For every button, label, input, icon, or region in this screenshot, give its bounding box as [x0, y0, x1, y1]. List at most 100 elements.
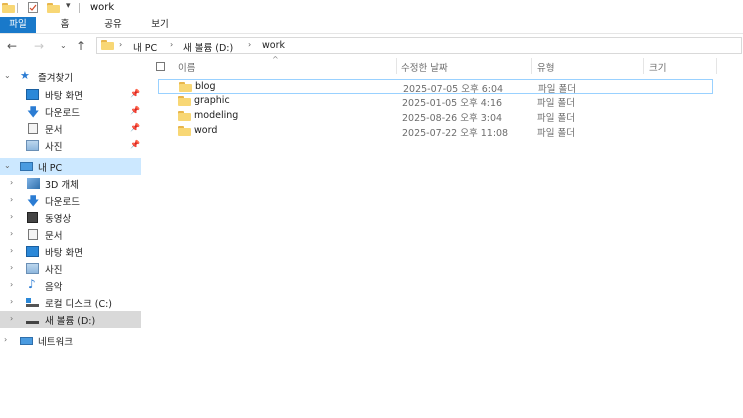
tree-item-volume-d[interactable]: › 새 볼륨 (D:)	[0, 311, 141, 328]
new-folder-icon[interactable]	[47, 3, 60, 13]
chevron-right-icon[interactable]: ›	[10, 314, 13, 323]
chevron-right-icon[interactable]: ›	[248, 40, 251, 49]
tree-item-videos[interactable]: › 동영상	[0, 209, 141, 226]
breadcrumb-this-pc[interactable]: 내 PC	[133, 40, 157, 54]
file-type: 파일 폴더	[537, 113, 575, 124]
tab-view[interactable]: 보기	[145, 17, 175, 33]
pin-icon[interactable]: 📌	[130, 106, 140, 115]
tree-label: 다운로드	[45, 108, 80, 119]
chevron-right-icon[interactable]: ›	[170, 40, 173, 49]
download-icon: 🡇	[27, 105, 40, 119]
tree-item-downloads[interactable]: › 🡇 다운로드	[0, 192, 141, 209]
table-row[interactable]: graphic 2025-01-05 오후 4:16 파일 폴더	[158, 94, 713, 109]
music-icon: ♪	[28, 277, 36, 291]
chevron-right-icon[interactable]: ›	[10, 246, 13, 255]
3d-objects-icon	[27, 178, 40, 189]
tree-item-desktop[interactable]: 바탕 화면 📌	[0, 86, 141, 103]
chevron-right-icon[interactable]: ›	[119, 40, 122, 49]
ribbon-tabs: 파일 홈 공유 보기	[0, 17, 743, 34]
chevron-right-icon[interactable]: ›	[10, 263, 13, 272]
column-divider[interactable]	[396, 58, 397, 74]
table-row[interactable]: blog 2025-07-05 오후 6:04 파일 폴더	[158, 79, 713, 95]
tree-label: 네트워크	[38, 337, 73, 348]
pin-icon[interactable]: 📌	[130, 123, 140, 132]
folder-icon	[178, 96, 191, 106]
chevron-right-icon[interactable]: ›	[10, 195, 13, 204]
column-header-type[interactable]: 유형	[537, 60, 554, 74]
chevron-down-icon[interactable]: ⌄	[4, 71, 11, 80]
file-type: 파일 폴더	[538, 84, 576, 95]
folder-icon	[179, 82, 192, 92]
tree-label: 사진	[45, 265, 63, 276]
pictures-icon	[26, 263, 39, 274]
tree-item-pictures[interactable]: › 사진	[0, 260, 141, 277]
address-bar[interactable]: › 내 PC › 새 볼륨 (D:) › work	[96, 37, 742, 54]
chevron-right-icon[interactable]: ›	[10, 229, 13, 238]
tree-item-local-disk-c[interactable]: › 로컬 디스크 (C:)	[0, 294, 141, 311]
select-all-checkbox[interactable]	[156, 62, 165, 71]
up-arrow-icon[interactable]: ↑	[76, 39, 86, 53]
tree-label: 바탕 화면	[45, 91, 83, 102]
column-divider[interactable]	[531, 58, 532, 74]
tree-item-music[interactable]: › ♪ 음악	[0, 277, 141, 294]
tree-label: 사진	[45, 142, 63, 153]
breadcrumb-work[interactable]: work	[262, 40, 285, 51]
column-header-size[interactable]: 크기	[649, 60, 666, 74]
desktop-icon	[26, 89, 39, 100]
tree-label: 새 볼륨 (D:)	[45, 316, 96, 327]
tree-label: 음악	[45, 282, 63, 293]
title-bar: ▾ work	[0, 0, 743, 17]
file-date: 2025-01-05 오후 4:16	[402, 98, 503, 109]
back-arrow-icon[interactable]: ←	[7, 39, 17, 53]
tree-label: 내 PC	[38, 163, 63, 174]
file-name: word	[194, 125, 218, 136]
tree-item-3d-objects[interactable]: › 3D 개체	[0, 175, 141, 192]
file-date: 2025-08-26 오후 3:04	[402, 113, 503, 124]
tab-file[interactable]: 파일	[0, 17, 36, 33]
computer-icon	[20, 162, 33, 171]
column-header-date[interactable]: 수정한 날짜	[401, 60, 448, 74]
divider	[79, 3, 80, 13]
breadcrumb-volume-d[interactable]: 새 볼륨 (D:)	[183, 40, 233, 54]
column-divider[interactable]	[643, 58, 644, 74]
tree-label: 동영상	[45, 214, 72, 225]
pin-icon[interactable]: 📌	[130, 140, 140, 149]
customize-quick-access-icon[interactable]: ▾	[66, 1, 71, 11]
tree-item-pictures[interactable]: 사진 📌	[0, 137, 141, 154]
chevron-right-icon[interactable]: ›	[10, 178, 13, 187]
column-divider[interactable]	[716, 58, 717, 74]
recent-locations-icon[interactable]: ⌄	[60, 41, 67, 50]
tree-item-documents[interactable]: › 문서	[0, 226, 141, 243]
chevron-right-icon[interactable]: ›	[10, 297, 13, 306]
tree-item-desktop[interactable]: › 바탕 화면	[0, 243, 141, 260]
tree-label: 문서	[45, 231, 63, 242]
chevron-right-icon[interactable]: ›	[4, 335, 7, 344]
tree-item-documents[interactable]: 문서 📌	[0, 120, 141, 137]
chevron-right-icon[interactable]: ›	[10, 212, 13, 221]
table-row[interactable]: modeling 2025-08-26 오후 3:04 파일 폴더	[158, 109, 713, 124]
file-type: 파일 폴더	[537, 128, 575, 139]
chevron-right-icon[interactable]: ›	[10, 280, 13, 289]
properties-icon[interactable]	[28, 2, 38, 13]
star-icon: ★	[20, 69, 30, 82]
column-header-name[interactable]: 이름	[178, 60, 195, 74]
documents-icon	[28, 229, 38, 240]
tree-this-pc[interactable]: ⌄ 내 PC	[0, 158, 141, 175]
file-date: 2025-07-05 오후 6:04	[403, 84, 504, 95]
tab-share[interactable]: 공유	[98, 17, 128, 33]
table-row[interactable]: word 2025-07-22 오후 11:08 파일 폴더	[158, 124, 713, 139]
tree-network[interactable]: › 네트워크	[0, 332, 141, 349]
sort-ascending-icon: ^	[272, 55, 279, 64]
tree-item-downloads[interactable]: 🡇 다운로드 📌	[0, 103, 141, 120]
chevron-down-icon[interactable]: ⌄	[4, 161, 11, 170]
network-icon	[20, 337, 33, 345]
file-type: 파일 폴더	[537, 98, 575, 109]
tab-home[interactable]: 홈	[55, 17, 75, 33]
window-title: work	[90, 2, 115, 13]
download-icon: 🡇	[27, 194, 40, 208]
volume-icon	[26, 314, 39, 325]
forward-arrow-icon[interactable]: →	[34, 39, 44, 53]
tree-quick-access[interactable]: ⌄ ★ 즐겨찾기	[0, 68, 141, 85]
divider	[17, 3, 18, 13]
pin-icon[interactable]: 📌	[130, 89, 140, 98]
